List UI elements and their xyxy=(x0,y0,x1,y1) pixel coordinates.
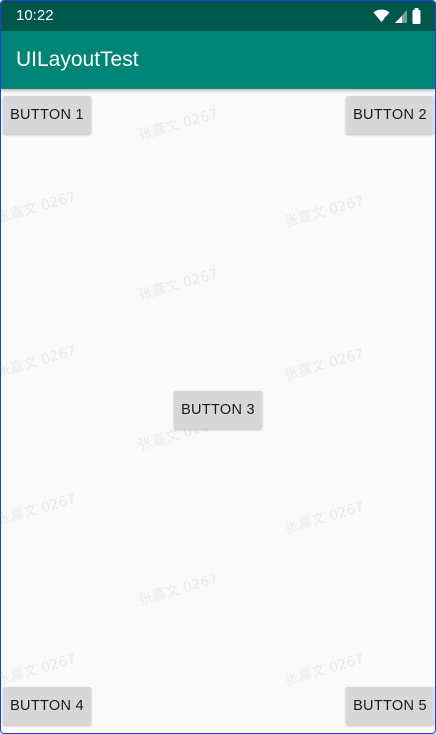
watermark: 张嘉文 0267 xyxy=(0,342,78,381)
button-5[interactable]: BUTTON 5 xyxy=(346,687,434,725)
watermark: 张嘉文 0267 xyxy=(136,265,220,304)
cellular-signal-icon xyxy=(394,8,408,24)
wifi-icon xyxy=(373,8,390,24)
status-icons xyxy=(373,8,421,24)
app-bar: UILayoutTest xyxy=(1,31,435,89)
button-2[interactable]: BUTTON 2 xyxy=(346,96,434,134)
watermark: 张嘉文 0267 xyxy=(0,650,78,689)
button-3[interactable]: BUTTON 3 xyxy=(174,391,262,429)
watermark: 张嘉文 0267 xyxy=(282,345,366,384)
watermark: 张嘉文 0267 xyxy=(282,498,366,537)
button-1[interactable]: BUTTON 1 xyxy=(3,96,91,134)
watermark: 张嘉文 0267 xyxy=(136,570,220,609)
phone-screen: 10:22 UILayoutTest 张嘉文 0267 张嘉文 0267 张嘉文… xyxy=(0,0,436,734)
button-4[interactable]: BUTTON 4 xyxy=(3,687,91,725)
watermark: 张嘉文 0267 xyxy=(0,490,78,529)
battery-icon xyxy=(412,8,421,24)
content-area: 张嘉文 0267 张嘉文 0267 张嘉文 0267 张嘉文 0267 张嘉文 … xyxy=(0,31,435,733)
watermark: 张嘉文 0267 xyxy=(282,650,366,689)
status-bar: 10:22 xyxy=(1,1,435,31)
watermark: 张嘉文 0267 xyxy=(136,105,220,144)
watermark: 张嘉文 0267 xyxy=(0,188,78,227)
status-time: 10:22 xyxy=(16,7,54,24)
app-title: UILayoutTest xyxy=(16,48,139,71)
watermark: 张嘉文 0267 xyxy=(282,192,366,231)
